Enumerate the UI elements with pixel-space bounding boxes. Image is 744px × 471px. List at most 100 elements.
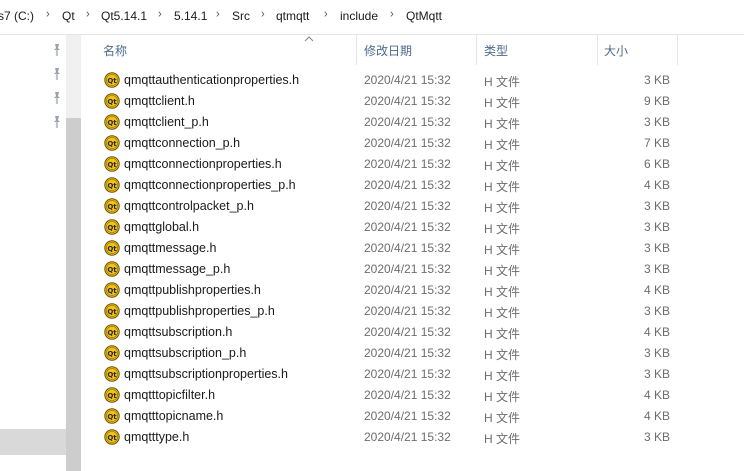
- qt-header-file-icon: Qt: [104, 303, 120, 319]
- file-type: H 文件: [484, 180, 521, 194]
- qt-header-file-icon: Qt: [104, 156, 120, 172]
- file-row[interactable]: Qt qmqttmessage_p.h 2020/4/21 15:32 H 文件 3 K…: [82, 259, 744, 280]
- column-name[interactable]: 名称: [103, 42, 127, 59]
- file-type: H 文件: [484, 390, 521, 404]
- file-date: 2020/4/21 15:32: [364, 346, 451, 360]
- file-type: H 文件: [484, 285, 521, 299]
- file-name: qmqttmessage.h: [124, 241, 217, 255]
- nav-scrollbar[interactable]: [66, 35, 81, 471]
- sort-ascending-icon: [304, 36, 314, 42]
- qt-header-file-icon: Qt: [104, 324, 120, 340]
- file-row[interactable]: Qt qmqttconnection_p.h 2020/4/21 15:32 H 文件…: [82, 133, 744, 154]
- column-size[interactable]: 大小: [604, 42, 628, 59]
- svg-text:Qt: Qt: [107, 224, 117, 232]
- column-divider[interactable]: [597, 35, 598, 65]
- file-type: H 文件: [484, 348, 521, 362]
- file-row[interactable]: Qt qmqttclient.h 2020/4/21 15:32 H 文件 9 KB: [82, 91, 744, 112]
- breadcrumb-separator[interactable]: ›: [261, 7, 265, 20]
- file-row[interactable]: Qt qmqttauthenticationproperties.h 2020/4/…: [82, 70, 744, 91]
- qt-header-file-icon: Qt: [104, 366, 120, 382]
- file-date: 2020/4/21 15:32: [364, 388, 451, 402]
- file-name: qmqtttopicname.h: [124, 409, 224, 423]
- svg-text:Qt: Qt: [107, 287, 117, 295]
- breadcrumb-qt[interactable]: Qt: [62, 9, 75, 23]
- file-date: 2020/4/21 15:32: [364, 199, 451, 213]
- file-name: qmqttglobal.h: [124, 220, 200, 234]
- file-row[interactable]: Qt qmqttpublishproperties.h 2020/4/21 15:3…: [82, 280, 744, 301]
- file-date: 2020/4/21 15:32: [364, 262, 451, 276]
- breadcrumb-separator[interactable]: ›: [390, 7, 394, 20]
- svg-text:Qt: Qt: [107, 413, 117, 421]
- column-divider[interactable]: [476, 35, 477, 65]
- file-row[interactable]: Qt qmqttglobal.h 2020/4/21 15:32 H 文件 3 KB: [82, 217, 744, 238]
- nav-selected-item[interactable]: [0, 429, 66, 455]
- file-size: 3 KB: [643, 241, 670, 255]
- file-row[interactable]: Qt qmqtttopicfilter.h 2020/4/21 15:32 H 文件 4…: [82, 385, 744, 406]
- qt-header-file-icon: Qt: [104, 72, 120, 88]
- breadcrumb-src[interactable]: Src: [232, 9, 250, 23]
- file-row[interactable]: Qt qmqttpublishproperties_p.h 2020/4/21 15…: [82, 301, 744, 322]
- breadcrumb-5141[interactable]: 5.14.1: [174, 9, 207, 23]
- breadcrumb-separator[interactable]: ›: [158, 7, 162, 20]
- svg-text:Qt: Qt: [107, 371, 117, 379]
- file-row[interactable]: Qt qmqttmessage.h 2020/4/21 15:32 H 文件 3 KB: [82, 238, 744, 259]
- qt-header-file-icon: Qt: [104, 135, 120, 151]
- qt-header-file-icon: Qt: [104, 387, 120, 403]
- file-type: H 文件: [484, 201, 521, 215]
- file-date: 2020/4/21 15:32: [364, 73, 451, 87]
- file-name: qmqtttype.h: [124, 430, 190, 444]
- file-type: H 文件: [484, 117, 521, 131]
- file-row[interactable]: Qt qmqttcontrolpacket_p.h 2020/4/21 15:32 H…: [82, 196, 744, 217]
- qt-header-file-icon: Qt: [104, 219, 120, 235]
- breadcrumb-separator[interactable]: ›: [324, 7, 328, 20]
- file-row[interactable]: Qt qmqttsubscription.h 2020/4/21 15:32 H 文件…: [82, 322, 744, 343]
- file-type: H 文件: [484, 138, 521, 152]
- file-row[interactable]: Qt qmqttconnectionproperties_p.h 2020/4/21…: [82, 175, 744, 196]
- breadcrumb-qtmqtt[interactable]: qtmqtt: [276, 9, 309, 23]
- file-name: qmqttclient_p.h: [124, 115, 209, 129]
- qt-header-file-icon: Qt: [104, 114, 120, 130]
- file-row[interactable]: Qt qmqttclient_p.h 2020/4/21 15:32 H 文件 3 KB: [82, 112, 744, 133]
- breadcrumb-drive[interactable]: s7 (C:): [0, 9, 34, 23]
- file-type: H 文件: [484, 432, 521, 446]
- file-name: qmqttconnectionproperties.h: [124, 157, 282, 171]
- svg-text:Qt: Qt: [107, 329, 117, 337]
- svg-text:Qt: Qt: [107, 203, 117, 211]
- file-date: 2020/4/21 15:32: [364, 283, 451, 297]
- breadcrumb-separator[interactable]: ›: [216, 7, 220, 20]
- file-row[interactable]: Qt qmqttconnectionproperties.h 2020/4/21 1…: [82, 154, 744, 175]
- pin-icon[interactable]: [51, 43, 63, 57]
- file-name: qmqttsubscription.h: [124, 325, 233, 339]
- file-type: H 文件: [484, 369, 521, 383]
- file-type: H 文件: [484, 159, 521, 173]
- svg-text:Qt: Qt: [107, 350, 117, 358]
- file-name: qmqttconnectionproperties_p.h: [124, 178, 296, 192]
- pin-icon[interactable]: [51, 115, 63, 129]
- file-size: 3 KB: [643, 115, 670, 129]
- file-type: H 文件: [484, 306, 521, 320]
- file-size: 3 KB: [643, 262, 670, 276]
- column-divider[interactable]: [677, 35, 678, 65]
- pin-icon[interactable]: [51, 67, 63, 81]
- file-size: 4 KB: [643, 325, 670, 339]
- breadcrumb-separator[interactable]: ›: [46, 7, 50, 20]
- address-bar[interactable]: s7 (C:) › Qt › Qt5.14.1 › 5.14.1 › Src ›…: [0, 0, 744, 35]
- file-size: 3 KB: [643, 304, 670, 318]
- nav-scrollbar-thumb[interactable]: [66, 118, 81, 471]
- file-size: 3 KB: [643, 346, 670, 360]
- column-date[interactable]: 修改日期: [364, 42, 412, 59]
- file-row[interactable]: Qt qmqtttype.h 2020/4/21 15:32 H 文件 3 KB: [82, 427, 744, 448]
- column-type[interactable]: 类型: [484, 42, 508, 59]
- file-name: qmqttclient.h: [124, 94, 195, 108]
- pin-icon[interactable]: [51, 91, 63, 105]
- breadcrumb-qt5141[interactable]: Qt5.14.1: [101, 9, 147, 23]
- file-row[interactable]: Qt qmqttsubscriptionproperties.h 2020/4/21…: [82, 364, 744, 385]
- column-divider[interactable]: [356, 35, 357, 65]
- breadcrumb-include[interactable]: include: [340, 9, 378, 23]
- file-name: qmqttcontrolpacket_p.h: [124, 199, 254, 213]
- file-row[interactable]: Qt qmqtttopicname.h 2020/4/21 15:32 H 文件 4 K…: [82, 406, 744, 427]
- breadcrumb-separator[interactable]: ›: [86, 7, 90, 20]
- breadcrumb-qtmqtt-current[interactable]: QtMqtt: [406, 9, 442, 23]
- file-row[interactable]: Qt qmqttsubscription_p.h 2020/4/21 15:32 H …: [82, 343, 744, 364]
- qt-header-file-icon: Qt: [104, 261, 120, 277]
